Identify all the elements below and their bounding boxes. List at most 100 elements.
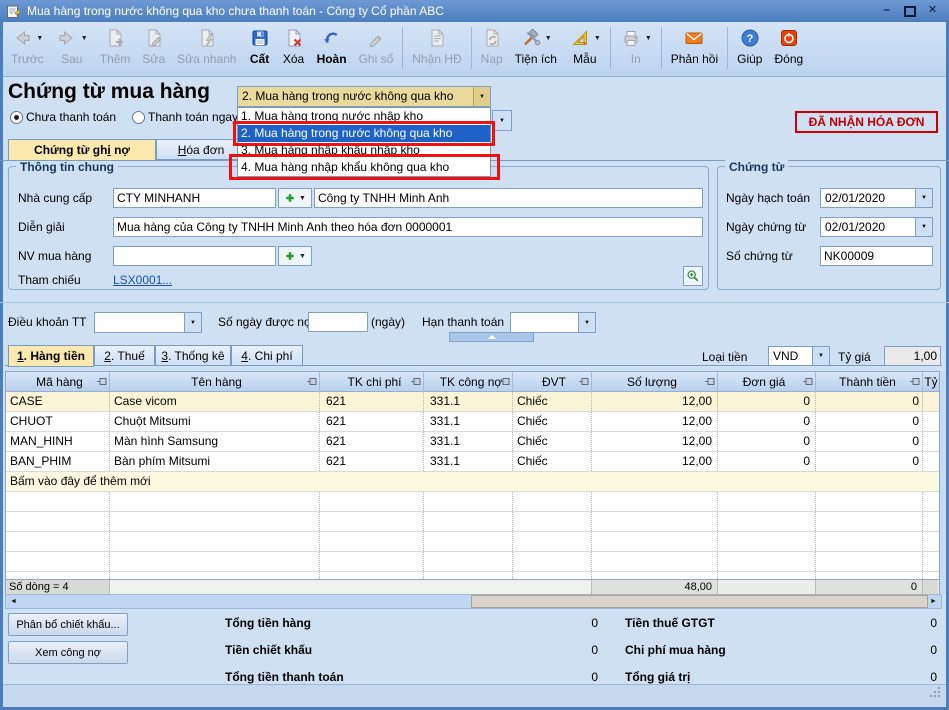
- toolbar-button-xoa[interactable]: Xóa: [277, 25, 311, 67]
- chevron-down-icon[interactable]: ▼: [915, 189, 932, 207]
- pin-icon[interactable]: [803, 376, 814, 390]
- collapse-handle[interactable]: [449, 332, 534, 342]
- pin-icon[interactable]: [705, 376, 716, 390]
- toolbar-button-dong[interactable]: Đóng: [768, 25, 809, 67]
- payment-terms-combobox[interactable]: ▼: [94, 312, 202, 333]
- toolbar-button-giup[interactable]: ? Giúp: [731, 25, 768, 67]
- tab-hang-tien[interactable]: 1. Hàng tiền: [8, 345, 94, 367]
- column-header-don-gia[interactable]: Đơn giá: [718, 372, 816, 391]
- toolbar-button-them[interactable]: Thêm: [94, 25, 137, 67]
- empty-row[interactable]: [6, 552, 939, 572]
- posting-date-picker[interactable]: 02/01/2020 ▼: [820, 188, 933, 208]
- pin-icon[interactable]: [910, 376, 921, 390]
- currency-combobox[interactable]: VND ▼: [768, 346, 830, 366]
- empty-row[interactable]: [6, 532, 939, 552]
- supplier-code-field[interactable]: CTY MINHANH: [113, 188, 276, 208]
- table-row[interactable]: CASECase vicom621331.1Chiếc12,0000: [6, 392, 939, 412]
- grand-total-label: Tổng giá trị: [625, 670, 690, 684]
- employee-add-button[interactable]: ▼: [278, 246, 312, 266]
- empty-row[interactable]: [6, 492, 939, 512]
- table-row[interactable]: CHUOTChuột Mitsumi621331.1Chiếc12,0000: [6, 412, 939, 432]
- chevron-down-icon[interactable]: ▼: [812, 347, 829, 365]
- chevron-down-icon[interactable]: ▼: [184, 313, 201, 332]
- scrollbar-thumb[interactable]: [471, 595, 928, 608]
- hidden-combobox-arrow[interactable]: ▼: [492, 110, 512, 131]
- dropdown-option-2-selected[interactable]: 2. Mua hàng trong nước không qua kho: [238, 125, 490, 142]
- toolbar-button-cat[interactable]: Cất: [243, 25, 277, 67]
- toolbar-button-truoc[interactable]: ▼ Trước: [5, 25, 50, 67]
- horizontal-scrollbar[interactable]: ◄ ►: [5, 594, 942, 609]
- minimize-icon[interactable]: –: [878, 2, 895, 18]
- scroll-left-icon[interactable]: ◄: [6, 595, 21, 608]
- magnifier-plus-icon: [686, 269, 700, 283]
- maximize-icon[interactable]: [901, 2, 918, 18]
- empty-row[interactable]: [6, 572, 939, 579]
- pin-icon[interactable]: [579, 376, 590, 390]
- pin-icon[interactable]: [500, 376, 511, 390]
- dropdown-option-1[interactable]: 1. Mua hàng trong nước nhập kho: [238, 108, 490, 125]
- dropdown-option-3[interactable]: 3. Mua hàng nhập khẩu nhập kho: [238, 142, 490, 159]
- supplier-name-field[interactable]: Công ty TNHH Minh Anh: [314, 188, 703, 208]
- due-date-combobox[interactable]: ▼: [510, 312, 596, 333]
- doc-number-field[interactable]: NK00009: [820, 246, 933, 266]
- radio-thanh-toan-ngay[interactable]: [132, 111, 145, 124]
- column-header-tk-chi-phi[interactable]: TK chi phí: [320, 372, 424, 391]
- vertical-scrollbar[interactable]: [940, 371, 946, 594]
- supplier-add-button[interactable]: ▼: [278, 188, 312, 208]
- pin-icon[interactable]: [97, 376, 108, 390]
- dropdown-option-4[interactable]: 4. Mua hàng nhập khẩu không qua kho: [238, 159, 490, 176]
- payment-terms-label: Điều khoản TT: [8, 315, 87, 329]
- toolbar-button-hoan[interactable]: Hoàn: [311, 25, 353, 67]
- toolbar-button-sau[interactable]: ▼ Sau: [50, 25, 94, 67]
- discount-value: 0: [498, 643, 598, 657]
- toolbar-button-nhan-hd[interactable]: Nhận HĐ: [406, 25, 467, 67]
- column-header-ten-hang[interactable]: Tên hàng: [110, 372, 320, 391]
- pin-icon[interactable]: [411, 376, 422, 390]
- column-header-ma-hang[interactable]: Mã hàng: [6, 372, 110, 391]
- column-header-tk-cong-no[interactable]: TK công nợ: [424, 372, 513, 391]
- scroll-right-icon[interactable]: ►: [926, 595, 941, 608]
- reference-more-link[interactable]: ...: [162, 273, 172, 287]
- doc-date-label: Ngày chứng từ: [726, 220, 806, 234]
- summary-amount: 0: [816, 580, 923, 595]
- tab-hoa-don[interactable]: Hóa đơn: [156, 139, 246, 160]
- toolbar-button-sua-nhanh[interactable]: Sửa nhanh: [171, 25, 242, 67]
- chevron-down-icon: ▼: [36, 35, 43, 42]
- doc-date-picker[interactable]: 02/01/2020 ▼: [820, 217, 933, 237]
- employee-field[interactable]: [113, 246, 276, 266]
- toolbar-button-phan-hoi[interactable]: Phản hồi: [665, 25, 724, 67]
- allocate-discount-button[interactable]: Phân bổ chiết khấu...: [8, 613, 128, 636]
- tab-chi-phi[interactable]: 4. Chi phí: [231, 345, 303, 366]
- chevron-down-icon[interactable]: ▼: [473, 87, 490, 106]
- resize-grip-icon[interactable]: [929, 685, 941, 703]
- toolbar-button-nap[interactable]: Nạp: [475, 25, 509, 67]
- purchase-cost-label: Chi phí mua hàng: [625, 643, 726, 657]
- table-row[interactable]: MAN_HINHMàn hình Samsung621331.1Chiếc12,…: [6, 432, 939, 452]
- reference-link[interactable]: LSX0001: [113, 273, 162, 287]
- doc-type-combobox[interactable]: 2. Mua hàng trong nước không qua kho ▼: [237, 86, 491, 107]
- tab-thong-ke[interactable]: 3. Thống kê: [155, 345, 231, 366]
- column-header-ty-gia-partial[interactable]: Tỷ: [923, 372, 938, 391]
- toolbar-button-mau[interactable]: ▼ Mẫu: [563, 25, 607, 67]
- toolbar-button-ghi-so[interactable]: Ghi sổ: [353, 25, 400, 67]
- chevron-down-icon[interactable]: ▼: [915, 218, 932, 236]
- table-row[interactable]: BAN_PHIMBàn phím Mitsumi621331.1Chiếc12,…: [6, 452, 939, 472]
- description-field[interactable]: Mua hàng của Công ty TNHH Minh Anh theo …: [113, 217, 703, 237]
- radio-chua-thanh-toan[interactable]: [10, 111, 23, 124]
- tab-chung-tu-ghi-no[interactable]: Chứng từ ghi nợ: [8, 139, 156, 161]
- column-header-so-luong[interactable]: Số lượng: [592, 372, 718, 391]
- tab-thue[interactable]: 2. Thuế: [94, 345, 155, 366]
- debt-days-field[interactable]: [308, 312, 368, 332]
- close-icon[interactable]: ✕: [924, 2, 941, 18]
- column-header-dvt[interactable]: ĐVT: [513, 372, 592, 391]
- column-header-thanh-tien[interactable]: Thành tiền: [816, 372, 923, 391]
- toolbar-button-tien-ich[interactable]: ▼ Tiện ích: [509, 25, 563, 67]
- pin-icon[interactable]: [307, 376, 318, 390]
- toolbar-button-in[interactable]: ▼ In: [614, 25, 658, 67]
- chevron-down-icon[interactable]: ▼: [578, 313, 595, 332]
- toolbar-button-sua[interactable]: Sửa: [136, 25, 171, 67]
- view-debt-button[interactable]: Xem công nợ: [8, 641, 128, 664]
- reference-search-button[interactable]: [683, 266, 703, 286]
- add-new-row[interactable]: Bấm vào đây để thêm mới: [6, 472, 939, 492]
- empty-row[interactable]: [6, 512, 939, 532]
